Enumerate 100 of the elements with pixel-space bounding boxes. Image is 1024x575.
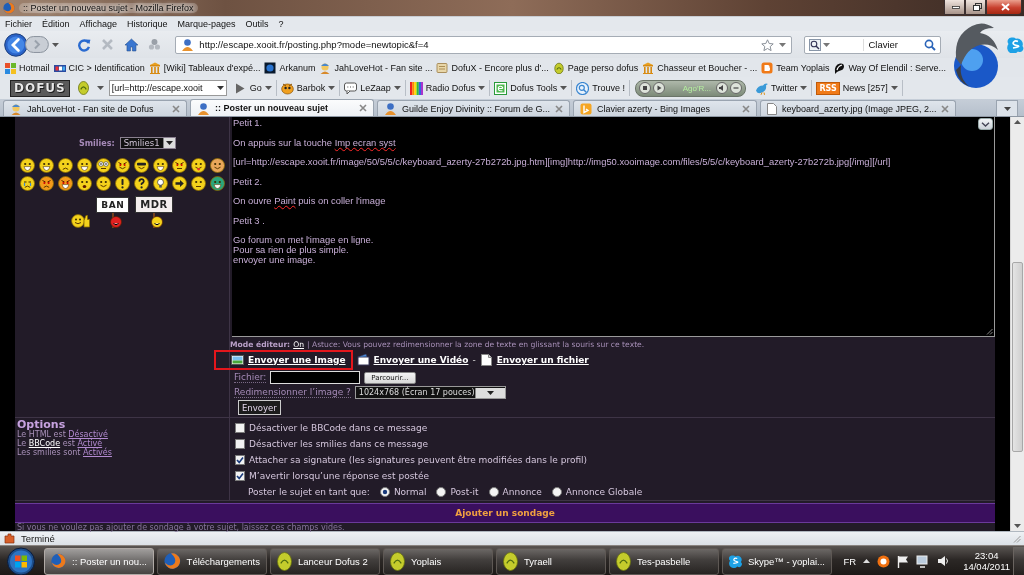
toolbar-button[interactable]: Trouve ! <box>572 80 630 96</box>
toolbar-button[interactable]: Barbok <box>276 80 341 96</box>
search-engine-icon[interactable] <box>808 38 821 51</box>
smiley-icon[interactable] <box>38 158 54 173</box>
radio-button[interactable] <box>379 487 390 497</box>
tab-list-button[interactable] <box>996 100 1018 116</box>
smiley-icon[interactable] <box>19 158 35 173</box>
menu-item[interactable]: Édition <box>42 19 70 29</box>
clock-time[interactable]: 23:04 <box>974 550 999 561</box>
checkbox[interactable] <box>235 439 245 449</box>
minus-icon[interactable] <box>729 82 742 94</box>
taskbar-button[interactable]: :: Poster un nou... <box>44 547 154 575</box>
cloud-icon[interactable] <box>1007 36 1024 53</box>
radio-button[interactable] <box>488 487 499 497</box>
setting-link[interactable]: Activé <box>77 439 103 448</box>
close-icon[interactable] <box>555 104 564 113</box>
close-icon[interactable] <box>742 104 751 113</box>
caret-up-icon[interactable] <box>863 559 871 563</box>
menu-item[interactable]: Marque-pages <box>177 19 236 29</box>
smiley-icon[interactable] <box>152 158 168 173</box>
toolbar-logo[interactable]: DOFUS <box>10 79 70 97</box>
menu-item[interactable]: ? <box>278 19 284 29</box>
toolbar-field[interactable]: [url=http://escape.xooit <box>108 80 227 96</box>
radio-button[interactable] <box>436 487 447 497</box>
menu-item[interactable]: Fichier <box>5 19 32 29</box>
thumbs-up-smiley-icon[interactable] <box>71 214 91 228</box>
bookmark-item[interactable]: DofuX - Encore plus d'... <box>436 61 549 74</box>
file-input[interactable] <box>270 371 361 384</box>
bookmark-item[interactable]: Hotmail <box>4 61 50 74</box>
bookmark-item[interactable]: CIC > Identification <box>53 61 145 74</box>
taskbar-button[interactable]: Skype™ - yoplai... <box>722 547 832 575</box>
toolbar-button[interactable]: Radio Dofus <box>405 80 491 96</box>
smiley-icon[interactable] <box>76 158 92 173</box>
scroll-up-icon[interactable] <box>1014 120 1021 124</box>
play-button-icon[interactable] <box>652 82 665 94</box>
tab[interactable]: :: Poster un nouveau sujet <box>190 99 374 116</box>
speaker-icon[interactable] <box>715 82 728 94</box>
tab[interactable]: Guilde Enjoy Divinity :: Forum de G... <box>377 100 571 116</box>
checkbox[interactable] <box>235 455 245 465</box>
smiley-icon[interactable] <box>76 176 92 191</box>
smiley-icon[interactable] <box>95 158 111 173</box>
star-icon[interactable] <box>760 38 774 51</box>
scroll-down-icon[interactable] <box>1014 524 1021 528</box>
stop-button-icon[interactable] <box>638 82 651 94</box>
upload-link[interactable]: Envoyer une Vidéo <box>373 355 469 365</box>
smiley-icon[interactable] <box>209 176 225 191</box>
close-icon[interactable] <box>359 104 367 112</box>
clock-date[interactable]: 14/04/2011 <box>963 561 1010 572</box>
smiley-icon[interactable] <box>152 176 168 191</box>
smiley-icon[interactable] <box>209 158 225 173</box>
close-icon[interactable] <box>172 104 180 113</box>
smiley-icon[interactable] <box>57 176 73 191</box>
taskbar-button[interactable]: Téléchargements <box>157 547 267 575</box>
toolbar-button[interactable]: Dofus Tools <box>490 80 573 96</box>
checkbox[interactable] <box>235 471 245 481</box>
setting-link[interactable]: Activés <box>83 448 112 457</box>
flag-icon[interactable] <box>897 554 910 568</box>
resize-grip-icon[interactable] <box>1013 534 1021 543</box>
caret-icon[interactable] <box>96 86 104 90</box>
back-icon[interactable] <box>4 32 28 57</box>
taskbar-button[interactable]: Lanceur Dofus 2 <box>270 547 380 575</box>
upload-link[interactable]: Envoyer une Image <box>248 355 346 365</box>
language-indicator[interactable]: FR <box>843 555 857 567</box>
ring-icon[interactable] <box>877 554 891 568</box>
taskbar-button[interactable]: Tes-pasbelle <box>609 547 719 575</box>
maximize-button[interactable] <box>965 0 986 15</box>
show-desktop-button[interactable] <box>1013 546 1024 575</box>
smiley-icon[interactable] <box>19 176 35 191</box>
tab[interactable]: JahLoveHot - Fan site de Dofus <box>3 100 187 116</box>
smilies-select[interactable]: Smilies1 <box>119 137 176 149</box>
bookmark-item[interactable]: Arkanum <box>264 61 316 74</box>
smiley-icon[interactable] <box>95 176 111 191</box>
resize-grip-icon[interactable] <box>986 328 993 335</box>
caret-icon[interactable] <box>216 86 224 90</box>
message-field[interactable] <box>232 117 995 337</box>
bookmark-item[interactable]: Chasseur et Boucher - ... <box>642 61 758 74</box>
menu-item[interactable]: Historique <box>126 19 168 29</box>
smiley-icon[interactable] <box>114 176 130 191</box>
menu-item[interactable]: Outils <box>245 19 269 29</box>
egg-icon[interactable] <box>77 81 89 95</box>
fox-globe-icon[interactable] <box>164 552 181 570</box>
setting-link[interactable]: Désactivé <box>68 430 108 439</box>
smiley-icon[interactable] <box>171 176 187 191</box>
bookmark-item[interactable]: [Wiki] Tableaux d'expé... <box>148 61 261 74</box>
smiley-icon[interactable] <box>133 158 149 173</box>
tab[interactable]: Clavier azerty - Bing Images <box>573 100 758 116</box>
help-link[interactable]: BBCode <box>28 439 61 448</box>
toolbar-button[interactable]: LeZaap <box>340 80 406 96</box>
resize-select[interactable]: 1024x768 (Écran 17 pouces) <box>354 386 506 399</box>
page-scrollbar[interactable] <box>1010 117 1024 531</box>
taskbar-button[interactable]: Tyraell <box>496 547 606 575</box>
search-field[interactable]: Clavier <box>803 35 942 54</box>
bookmark-item[interactable]: Team Yoplais <box>761 61 830 74</box>
smiley-icon[interactable] <box>190 176 206 191</box>
menu-item[interactable]: Affichage <box>79 19 117 29</box>
smiley-icon[interactable] <box>133 176 149 191</box>
search-icon[interactable] <box>924 38 937 51</box>
url-field[interactable]: http://escape.xooit.fr/posting.php?mode=newtopic&f=4 <box>175 35 792 54</box>
bookmark-item[interactable]: JahLoveHot - Fan site ... <box>319 61 433 74</box>
toolbar-button[interactable]: RSS News [257] <box>812 80 903 96</box>
